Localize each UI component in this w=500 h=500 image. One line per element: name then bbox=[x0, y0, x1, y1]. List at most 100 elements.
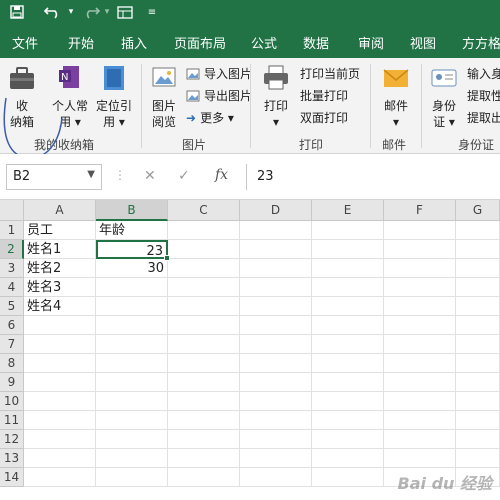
image-browse-button[interactable]: 图片 阅览 bbox=[146, 64, 182, 130]
enter-icon[interactable]: ✓ bbox=[178, 168, 190, 184]
cell-c3[interactable] bbox=[168, 259, 240, 278]
row-header-9[interactable]: 9 bbox=[0, 373, 24, 392]
cell-a12[interactable] bbox=[24, 430, 96, 449]
cell-c1[interactable] bbox=[168, 221, 240, 240]
tab-formulas[interactable]: 公式 bbox=[251, 33, 277, 52]
select-all-corner[interactable] bbox=[0, 200, 24, 221]
cell-c4[interactable] bbox=[168, 278, 240, 297]
row-header-4[interactable]: 4 bbox=[0, 278, 24, 297]
cell-e4[interactable] bbox=[312, 278, 384, 297]
form-icon[interactable] bbox=[116, 3, 134, 21]
print-button[interactable]: 打印 ▾ bbox=[256, 64, 296, 130]
row-header-7[interactable]: 7 bbox=[0, 335, 24, 354]
tab-file[interactable]: 文件 bbox=[12, 33, 38, 52]
cell-c11[interactable] bbox=[168, 411, 240, 430]
import-image-button[interactable]: 导入图片 bbox=[186, 66, 252, 82]
cell-f8[interactable] bbox=[384, 354, 456, 373]
extract-birth-button[interactable]: 提取出 bbox=[467, 110, 500, 126]
cell-g7[interactable] bbox=[456, 335, 500, 354]
cell-e1[interactable] bbox=[312, 221, 384, 240]
cell-d4[interactable] bbox=[240, 278, 312, 297]
extract-gender-button[interactable]: 提取性 bbox=[467, 88, 500, 104]
cell-a6[interactable] bbox=[24, 316, 96, 335]
cell-b7[interactable] bbox=[96, 335, 168, 354]
cell-a9[interactable] bbox=[24, 373, 96, 392]
cell-e11[interactable] bbox=[312, 411, 384, 430]
row-header-1[interactable]: 1 bbox=[0, 221, 24, 240]
mail-button[interactable]: 邮件 ▾ bbox=[376, 64, 416, 130]
cell-c10[interactable] bbox=[168, 392, 240, 411]
cell-c2[interactable] bbox=[168, 240, 240, 259]
cell-a1[interactable]: 员工 bbox=[24, 221, 96, 240]
cell-b6[interactable] bbox=[96, 316, 168, 335]
cell-d5[interactable] bbox=[240, 297, 312, 316]
tab-review[interactable]: 审阅 bbox=[358, 33, 384, 52]
cell-a4[interactable]: 姓名3 bbox=[24, 278, 96, 297]
cell-f10[interactable] bbox=[384, 392, 456, 411]
cell-e9[interactable] bbox=[312, 373, 384, 392]
cell-e2[interactable] bbox=[312, 240, 384, 259]
cell-c14[interactable] bbox=[168, 468, 240, 487]
cell-e14[interactable] bbox=[312, 468, 384, 487]
cell-g3[interactable] bbox=[456, 259, 500, 278]
cell-d13[interactable] bbox=[240, 449, 312, 468]
cell-e8[interactable] bbox=[312, 354, 384, 373]
cell-d10[interactable] bbox=[240, 392, 312, 411]
row-header-11[interactable]: 11 bbox=[0, 411, 24, 430]
tab-fangfang[interactable]: 方方格 bbox=[462, 33, 500, 52]
cell-d2[interactable] bbox=[240, 240, 312, 259]
cell-b1[interactable]: 年龄 bbox=[96, 221, 168, 240]
name-box[interactable]: B2 ▼ bbox=[6, 164, 102, 190]
cell-f4[interactable] bbox=[384, 278, 456, 297]
cell-e13[interactable] bbox=[312, 449, 384, 468]
cell-c13[interactable] bbox=[168, 449, 240, 468]
cell-d8[interactable] bbox=[240, 354, 312, 373]
save-icon[interactable] bbox=[8, 3, 26, 21]
row-header-10[interactable]: 10 bbox=[0, 392, 24, 411]
row-header-6[interactable]: 6 bbox=[0, 316, 24, 335]
cell-b2[interactable]: 23 bbox=[96, 240, 168, 259]
cell-b4[interactable] bbox=[96, 278, 168, 297]
more-button[interactable]: ➜ 更多 ▾ bbox=[186, 110, 234, 126]
cell-d3[interactable] bbox=[240, 259, 312, 278]
cell-a8[interactable] bbox=[24, 354, 96, 373]
cell-b3[interactable]: 30 bbox=[96, 259, 168, 278]
cell-c8[interactable] bbox=[168, 354, 240, 373]
cell-f5[interactable] bbox=[384, 297, 456, 316]
cell-f9[interactable] bbox=[384, 373, 456, 392]
cell-c9[interactable] bbox=[168, 373, 240, 392]
id-card-button[interactable]: 身份 证 ▾ bbox=[426, 64, 462, 130]
column-header-b[interactable]: B bbox=[96, 200, 168, 221]
redo-icon[interactable] bbox=[80, 3, 102, 21]
cell-b14[interactable] bbox=[96, 468, 168, 487]
cell-c7[interactable] bbox=[168, 335, 240, 354]
cell-a13[interactable] bbox=[24, 449, 96, 468]
locate-reference-button[interactable]: 定位引 用 ▾ bbox=[92, 64, 136, 130]
cell-f6[interactable] bbox=[384, 316, 456, 335]
input-id-button[interactable]: 输入身 bbox=[467, 66, 500, 82]
cell-e6[interactable] bbox=[312, 316, 384, 335]
cell-b5[interactable] bbox=[96, 297, 168, 316]
cancel-icon[interactable]: ✕ bbox=[144, 168, 156, 184]
customize-icon[interactable]: ≡ bbox=[146, 3, 158, 21]
row-header-3[interactable]: 3 bbox=[0, 259, 24, 278]
redo-dropdown-icon[interactable]: ▾ bbox=[102, 3, 112, 21]
cell-f12[interactable] bbox=[384, 430, 456, 449]
cell-a3[interactable]: 姓名2 bbox=[24, 259, 96, 278]
cell-g5[interactable] bbox=[456, 297, 500, 316]
cell-e10[interactable] bbox=[312, 392, 384, 411]
row-header-2[interactable]: 2 bbox=[0, 240, 24, 259]
chevron-down-icon[interactable]: ▼ bbox=[87, 169, 95, 180]
cell-f1[interactable] bbox=[384, 221, 456, 240]
cell-e7[interactable] bbox=[312, 335, 384, 354]
row-header-5[interactable]: 5 bbox=[0, 297, 24, 316]
cell-b12[interactable] bbox=[96, 430, 168, 449]
cell-b9[interactable] bbox=[96, 373, 168, 392]
cell-c6[interactable] bbox=[168, 316, 240, 335]
cell-g11[interactable] bbox=[456, 411, 500, 430]
cell-g2[interactable] bbox=[456, 240, 500, 259]
cell-g12[interactable] bbox=[456, 430, 500, 449]
undo-dropdown-icon[interactable]: ▾ bbox=[66, 3, 76, 21]
cell-g13[interactable] bbox=[456, 449, 500, 468]
duplex-print-button[interactable]: 双面打印 bbox=[300, 110, 348, 126]
